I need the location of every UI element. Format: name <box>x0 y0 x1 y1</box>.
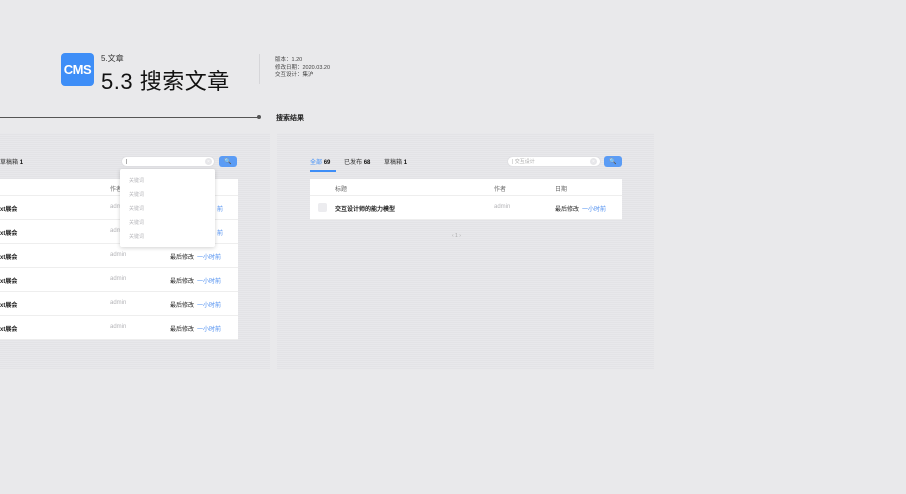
suggestion-item[interactable]: 关键词 <box>129 177 144 184</box>
suggestion-item[interactable]: 关键词 <box>129 233 144 240</box>
row-date-label: 最后修改 <box>555 207 580 213</box>
right-table: 标题 作者 日期 交互设计师的能力模型 admin 最后修改 一小时前 <box>310 179 622 220</box>
row-time: 一小时前 <box>197 303 222 309</box>
table-row[interactable]: 交互设计师的能力模型 admin 最后修改 一小时前 <box>310 196 622 220</box>
row-date-label: 最后修改 <box>170 255 195 261</box>
right-col-title: 标题 <box>335 187 348 193</box>
row-time: 前 <box>217 207 224 213</box>
row-time: 一小时前 <box>197 327 222 333</box>
cms-logo: CMS <box>61 53 94 86</box>
row-title: 交互设计师的能力模型 <box>335 207 396 213</box>
left-filter-label: 草稿箱 <box>0 160 19 166</box>
row-checkbox[interactable] <box>318 203 327 212</box>
row-time: 一小时前 <box>582 207 607 213</box>
suggestion-item[interactable]: 关键词 <box>129 219 144 226</box>
row-time: 前 <box>217 231 224 237</box>
right-panel <box>277 133 654 369</box>
tab-all-label: 全部 <box>310 160 323 166</box>
table-row[interactable]: xt展会 admin 最后修改 一小时前 <box>0 244 238 268</box>
tab-drafts-count: 1 <box>403 160 408 166</box>
table-row[interactable]: xt展会 admin 最后修改 一小时前 <box>0 292 238 316</box>
annotation-label: 搜索结果 <box>276 115 304 122</box>
annotation-dot <box>257 115 261 119</box>
doc-meta: 版本：1.20 修改日期：2020.03.20 交互设计：集沪 <box>275 57 330 80</box>
row-title: xt展会 <box>0 207 18 213</box>
row-author: admin <box>110 276 127 282</box>
left-search-value: | <box>126 158 128 165</box>
active-tab-indicator <box>310 170 336 172</box>
row-date-label: 最后修改 <box>170 303 195 309</box>
row-date-label: 最后修改 <box>170 327 195 333</box>
left-search-input[interactable]: | <box>121 156 215 167</box>
right-clear-icon[interactable]: × <box>590 158 597 165</box>
pagination[interactable]: ‹ 1 › <box>452 233 461 239</box>
right-table-header: 标题 作者 日期 <box>310 179 622 196</box>
tab-drafts[interactable]: 草稿箱 1 <box>384 157 407 166</box>
meta-designer: 交互设计：集沪 <box>275 72 314 78</box>
row-title: xt展会 <box>0 255 18 261</box>
suggestion-item[interactable]: 关键词 <box>129 191 144 198</box>
row-author: admin <box>494 204 511 210</box>
suggestion-item[interactable]: 关键词 <box>129 205 144 212</box>
section-label: 5.文章 <box>101 54 124 63</box>
left-filter-count: 1 <box>19 160 24 166</box>
row-author: admin <box>110 300 127 306</box>
row-title: xt展会 <box>0 303 18 309</box>
row-author: admin <box>110 324 127 330</box>
table-row[interactable]: xt展会 admin 最后修改 一小时前 <box>0 268 238 292</box>
row-date-label: 最后修改 <box>170 279 195 285</box>
left-search-button[interactable]: 🔍 <box>219 156 237 167</box>
row-title: xt展会 <box>0 231 18 237</box>
right-col-date: 日期 <box>555 187 568 193</box>
row-title: xt展会 <box>0 279 18 285</box>
right-search-input[interactable]: | 交互设计 <box>507 156 601 167</box>
row-title: xt展会 <box>0 327 18 333</box>
row-time: 一小时前 <box>197 255 222 261</box>
meta-version: 版本：1.20 <box>275 57 303 63</box>
header-divider <box>259 54 260 84</box>
left-filter-tab[interactable]: 草稿箱 1 <box>0 157 23 166</box>
tab-drafts-label: 草稿箱 <box>384 160 403 166</box>
tab-all-count: 69 <box>323 160 331 166</box>
tab-published-label: 已发布 <box>344 160 363 166</box>
search-suggestions-dropdown: 关键词 关键词 关键词 关键词 关键词 <box>120 169 215 247</box>
page-title: 5.3 搜索文章 <box>101 69 230 94</box>
row-time: 一小时前 <box>197 279 222 285</box>
left-clear-icon[interactable]: × <box>205 158 212 165</box>
tab-published[interactable]: 已发布 68 <box>344 157 370 166</box>
table-row[interactable]: xt展会 admin 最后修改 一小时前 <box>0 316 238 340</box>
annotation-line <box>0 117 258 118</box>
right-search-button[interactable]: 🔍 <box>604 156 622 167</box>
row-author: admin <box>110 252 127 258</box>
tab-published-count: 68 <box>363 160 371 166</box>
right-col-author: 作者 <box>494 187 507 193</box>
tab-all[interactable]: 全部 69 <box>310 157 330 166</box>
right-search-value: | 交互设计 <box>512 159 535 165</box>
meta-date: 修改日期：2020.03.20 <box>275 64 331 71</box>
